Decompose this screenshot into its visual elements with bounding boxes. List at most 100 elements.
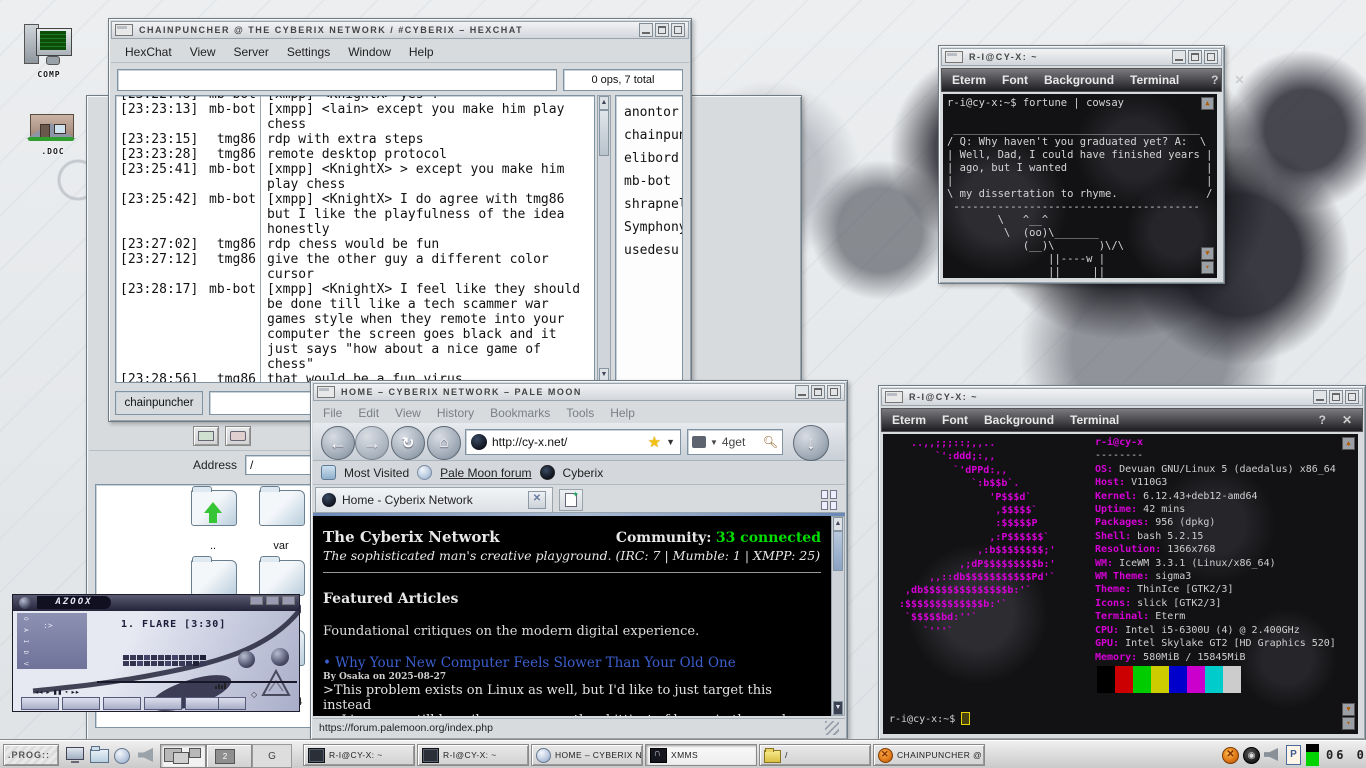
eterm2-titlebar[interactable]: R-I@CY-X: ~ <box>881 388 1363 406</box>
page-content[interactable]: The Cyberix Network Community: 33 connec… <box>313 516 831 716</box>
terminal-scroll-button[interactable]: ▲ <box>1342 437 1355 450</box>
close-icon[interactable]: ✕ <box>1342 413 1352 427</box>
xmms-seek-slider[interactable] <box>97 681 297 683</box>
task-button[interactable]: CHAINPUNCHER @ <box>873 744 985 766</box>
xmms-close-button[interactable] <box>282 596 295 605</box>
tab-close-icon[interactable]: ✕ <box>528 491 546 509</box>
close-button[interactable] <box>671 23 685 37</box>
search-input[interactable]: 4get <box>722 435 759 449</box>
xmms-eq-icon[interactable] <box>215 683 226 689</box>
launcher-browser-globe-icon[interactable] <box>114 748 130 764</box>
eterm2-window[interactable]: R-I@CY-X: ~ Eterm Font Background Termin… <box>878 385 1366 740</box>
xmms-stop-button[interactable] <box>144 697 182 710</box>
close-button[interactable] <box>1345 390 1359 404</box>
window-menu-icon[interactable] <box>317 386 335 398</box>
minimize-button[interactable] <box>795 385 809 399</box>
tray-hexchat-icon[interactable]: ✕ <box>1222 747 1239 764</box>
tray-xmms-icon[interactable]: ◉ <box>1243 747 1260 764</box>
help-icon[interactable]: ? <box>1211 73 1218 87</box>
forward-button[interactable]: → <box>355 426 389 460</box>
scroll-down-arrow[interactable]: ▼ <box>833 701 843 715</box>
terminal-resize-button[interactable]: ▾ <box>1201 261 1214 274</box>
article-link[interactable]: Why Your New Computer Feels Slower Than … <box>335 655 735 671</box>
task-button[interactable]: XMMS <box>645 744 757 766</box>
chat-area[interactable]: [23:22:48] mb-bot [xmpp] <KnightX> yes ?… <box>115 95 595 383</box>
new-tab-button[interactable]: ✦ <box>559 489 583 511</box>
window-list-button[interactable]: G <box>252 744 292 768</box>
fm-toolbar-button-2[interactable] <box>225 426 251 446</box>
user-list-item[interactable]: usedesu <box>624 239 682 262</box>
task-button[interactable]: R-I@CY-X: ~ <box>417 744 529 766</box>
user-list-item[interactable]: anontor <box>624 101 682 124</box>
menu-item[interactable]: Eterm <box>952 73 986 87</box>
menu-item[interactable]: File <box>323 406 342 420</box>
close-button[interactable] <box>827 385 841 399</box>
url-bar[interactable]: http://cy-x.net/ ★ ▼ <box>465 429 681 455</box>
tab-home-cyberix[interactable]: Home - Cyberix Network ✕ <box>315 487 553 512</box>
eterm1-window[interactable]: R-I@CY-X: ~ Eterm Font Background Termin… <box>938 45 1225 284</box>
desktop-icon-comp[interactable]: COMP <box>22 20 82 79</box>
help-icon[interactable]: ? <box>1319 413 1326 427</box>
eterm2-terminal[interactable]: ..,,;;;::;,,.. `':ddd;:,, `'dPPd:,, `:b$… <box>883 434 1358 734</box>
task-button[interactable]: R-I@CY-X: ~ <box>303 744 415 766</box>
xmms-volume-knob[interactable] <box>271 648 289 666</box>
workspace-pager-2[interactable]: 2 <box>206 744 252 768</box>
url-text[interactable]: http://cy-x.net/ <box>492 435 643 449</box>
user-list-item[interactable]: shrapneln <box>624 193 682 216</box>
cpu-monitor[interactable] <box>1306 744 1319 766</box>
xmms-shade-button[interactable] <box>266 596 279 605</box>
topic-input[interactable] <box>117 69 557 91</box>
tab-list-icon[interactable] <box>821 490 839 508</box>
search-engine-icon[interactable] <box>692 436 706 448</box>
workspace-pager-1[interactable] <box>160 744 206 768</box>
maximize-button[interactable] <box>1188 50 1202 64</box>
xmms-eject-button[interactable] <box>218 697 246 710</box>
tray-volume-speaker-icon[interactable] <box>1264 748 1278 761</box>
minimize-button[interactable] <box>1313 390 1327 404</box>
scroll-up-arrow[interactable]: ▲ <box>833 517 843 531</box>
maximize-button[interactable] <box>811 385 825 399</box>
bookmark-palemoon-forum[interactable]: Pale Moon forum <box>440 466 531 480</box>
fm-folder[interactable] <box>259 490 305 526</box>
reload-button[interactable]: ↻ <box>391 426 425 460</box>
user-list-item[interactable]: mb-bot <box>624 170 682 193</box>
desktop-icon-doc[interactable]: .DOC <box>28 100 88 156</box>
palemoon-titlebar[interactable]: HOME – CYBERIX NETWORK – PALE MOON <box>313 383 845 401</box>
close-button[interactable] <box>1204 50 1218 64</box>
tray-clipboard-icon[interactable]: P <box>1286 745 1301 765</box>
menu-item[interactable]: Bookmarks <box>490 406 550 420</box>
fm-toolbar-button-1[interactable] <box>193 426 219 446</box>
user-list-item[interactable]: elibord <box>624 147 682 170</box>
minimize-button[interactable] <box>639 23 653 37</box>
scroll-up-arrow[interactable]: ▲ <box>599 96 609 110</box>
launcher-terminal[interactable] <box>66 747 84 763</box>
terminal-scroll-button[interactable]: ▼ <box>1342 703 1355 716</box>
xmms-minimize-button[interactable] <box>250 596 263 605</box>
fm-folder-up[interactable] <box>191 490 237 526</box>
menu-item[interactable]: Terminal <box>1130 73 1179 87</box>
menu-item[interactable]: Help <box>610 406 635 420</box>
eterm1-terminal[interactable]: r-i@cy-x:~$ fortune | cowsay ___________… <box>943 94 1217 278</box>
window-menu-icon[interactable] <box>945 51 963 63</box>
terminal-scroll-button[interactable]: ▼ <box>1201 247 1214 260</box>
menu-item[interactable]: View <box>395 406 421 420</box>
bookmark-most-visited[interactable]: Most Visited <box>344 466 409 480</box>
bookmark-cyberix[interactable]: Cyberix <box>563 466 604 480</box>
xmms-menu-knob[interactable] <box>19 597 31 609</box>
fm-folder[interactable] <box>191 560 237 596</box>
maximize-button[interactable] <box>1329 390 1343 404</box>
chat-scrollbar[interactable]: ▲ ▼ <box>597 95 611 383</box>
resize-grip[interactable] <box>825 721 839 735</box>
scroll-thumb[interactable] <box>833 531 843 571</box>
nick-label-box[interactable]: chainpuncher <box>115 391 203 415</box>
go-download-button[interactable]: ↓ <box>793 425 829 461</box>
page-scrollbar[interactable]: ▲ ▼ <box>831 516 845 716</box>
menu-item[interactable]: Background <box>984 413 1054 427</box>
xmms-clutterbar[interactable]: O A I D V <box>21 617 29 668</box>
xmms-prev-button[interactable] <box>21 697 59 710</box>
terminal-resize-button[interactable]: ▾ <box>1342 717 1355 730</box>
xmms-pause-button[interactable] <box>103 697 141 710</box>
menu-item[interactable]: Terminal <box>1070 413 1119 427</box>
menu-item[interactable]: Server <box>233 45 268 59</box>
xmms-shuffle-icon[interactable]: ◇ <box>251 690 257 699</box>
